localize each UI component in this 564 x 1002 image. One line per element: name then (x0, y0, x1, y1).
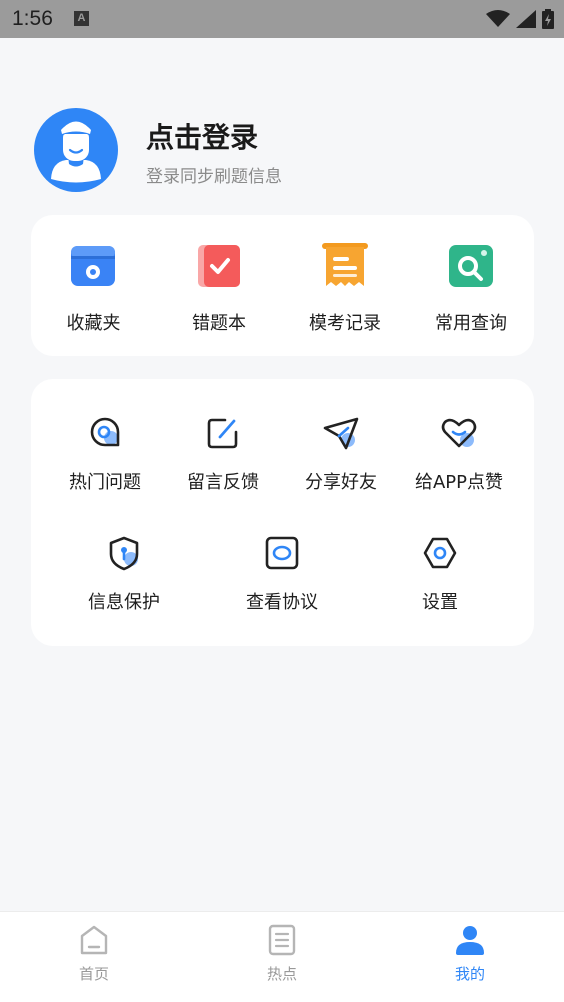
wrong-book-label: 错题本 (192, 313, 246, 334)
tab-mine[interactable]: 我的 (410, 912, 530, 1002)
status-time: 1:56 (12, 7, 53, 30)
default-avatar-icon (51, 120, 101, 183)
services-card: 热门问题 留言反馈 分享好友 给APP点赞 信息保护 查看协议 设置 (31, 379, 534, 646)
tab-hot-label: 热点 (266, 965, 297, 983)
wifi-icon (486, 10, 510, 27)
status-bar: 1:56 A (0, 0, 564, 38)
wrong-book-button[interactable]: 错题本 (156, 215, 282, 356)
settings-hexagon-icon (423, 537, 457, 569)
favorites-button[interactable]: 收藏夹 (31, 215, 156, 356)
image-search-icon (449, 245, 493, 287)
tab-home[interactable]: 首页 (34, 912, 154, 1002)
agreement-icon (265, 536, 299, 570)
mock-exam-records-label: 模考记录 (309, 313, 381, 334)
rate-app-label: 给APP点赞 (414, 472, 504, 493)
common-query-button[interactable]: 常用查询 (408, 215, 534, 356)
hot-questions-button[interactable]: 热门问题 (41, 399, 169, 499)
favorites-label: 收藏夹 (66, 313, 121, 334)
share-friends-label: 分享好友 (305, 472, 377, 493)
receipt-icon (322, 243, 368, 286)
settings-label: 设置 (422, 592, 458, 613)
battery-icon (542, 9, 554, 29)
view-agreement-button[interactable]: 查看协议 (217, 519, 347, 619)
feedback-button[interactable]: 留言反馈 (159, 399, 287, 499)
hot-questions-label: 热门问题 (69, 472, 141, 493)
privacy-protection-label: 信息保护 (88, 592, 160, 613)
home-icon (80, 925, 108, 955)
chat-bubble-icon (90, 417, 120, 447)
shield-icon (109, 536, 139, 571)
paper-plane-icon (323, 417, 359, 450)
mock-exam-records-button[interactable]: 模考记录 (282, 215, 408, 356)
login-subtitle: 登录同步刷题信息 (146, 167, 282, 187)
signal-icon (516, 10, 536, 28)
common-query-label: 常用查询 (435, 313, 507, 334)
tab-home-label: 首页 (78, 965, 109, 983)
folder-icon (71, 246, 115, 286)
login-profile[interactable]: 点击登录 登录同步刷题信息 (34, 108, 514, 198)
view-agreement-label: 查看协议 (246, 592, 318, 613)
quick-tools-card: 收藏夹 错题本 模考记录 常用查询 (31, 215, 534, 356)
news-icon (268, 924, 296, 956)
privacy-protection-button[interactable]: 信息保护 (59, 519, 189, 619)
wrong-book-icon (198, 245, 240, 287)
feedback-label: 留言反馈 (187, 472, 259, 493)
system-icons (486, 8, 554, 30)
notification-a-icon: A (74, 11, 89, 26)
edit-icon (207, 418, 238, 449)
login-title[interactable]: 点击登录 (146, 116, 258, 156)
settings-button[interactable]: 设置 (375, 519, 505, 619)
tab-mine-label: 我的 (454, 965, 485, 983)
user-icon (456, 926, 484, 955)
avatar[interactable] (34, 108, 118, 192)
bottom-tab-bar: 首页 热点 我的 (0, 911, 564, 1002)
share-friends-button[interactable]: 分享好友 (277, 399, 405, 499)
tab-hot[interactable]: 热点 (222, 912, 342, 1002)
heart-icon (441, 418, 477, 448)
rate-app-button[interactable]: 给APP点赞 (395, 399, 523, 499)
